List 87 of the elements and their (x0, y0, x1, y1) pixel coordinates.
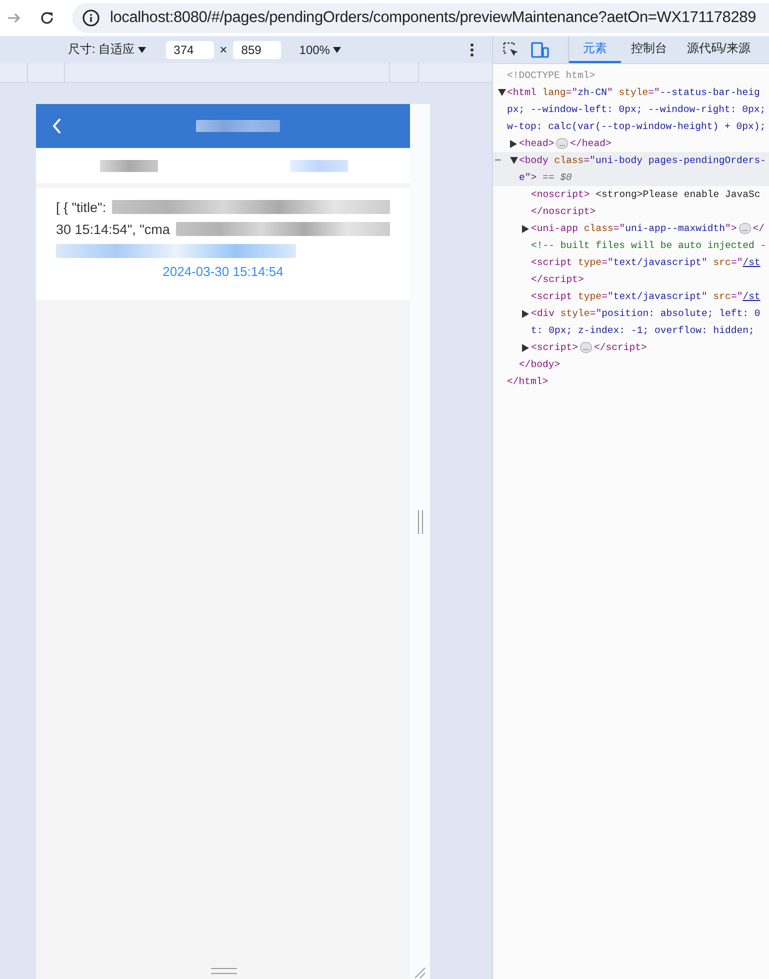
attribute-value: w-top: calc(var(--top-window-height) + 0px); (507, 121, 766, 132)
tag-text: =" (590, 308, 602, 319)
expand-arrow-icon[interactable] (522, 310, 529, 318)
corner-resize-icon[interactable] (414, 967, 426, 979)
address-bar[interactable]: localhost:8080/#/pages/pendingOrders/components/previewMaintenance?aetOn=WX171178289 (72, 3, 769, 33)
attribute-name: src (712, 257, 731, 268)
width-field[interactable]: 374 (166, 40, 214, 58)
dimensions-dropdown[interactable]: 尺寸: 自适应 (68, 41, 146, 58)
devtools-tab[interactable]: 控制台 (621, 36, 677, 63)
node-menu[interactable]: ⋯ (495, 152, 501, 169)
tag-text: <script (531, 257, 572, 268)
tag-text: <script> (531, 342, 578, 353)
attribute-value: position: absolute; left: 0 (602, 308, 760, 319)
tag-text: "> (524, 172, 537, 183)
json-text: [ { "title": (56, 200, 106, 214)
tag-text: </script> (594, 342, 647, 353)
times-sign: × (220, 42, 228, 57)
tag-text: =" (602, 291, 614, 302)
source-link[interactable]: /st (742, 257, 760, 268)
tag-text: </html> (507, 376, 548, 387)
expand-arrow-icon[interactable] (510, 157, 518, 164)
attribute-name: style (559, 308, 590, 319)
height-field[interactable]: 859 (233, 40, 282, 58)
attribute-name: class (553, 155, 584, 166)
tag-text: <noscript> (531, 189, 590, 200)
device-toggle-icon[interactable] (530, 40, 550, 58)
zoom-dropdown[interactable]: 100% (299, 42, 341, 56)
text-content: <strong>Please enable JavaSc (594, 189, 760, 200)
attribute-name: style (618, 87, 648, 98)
attribute-value: zh-CN (578, 87, 607, 98)
url-text: localhost:8080/#/pages/pendingOrders/components/previewMaintenance?aetOn=WX171178289 (110, 9, 756, 27)
attribute-value: text/javascript (613, 291, 702, 302)
tag-text: =" (566, 87, 578, 98)
attribute-value: e (519, 172, 525, 183)
tag-text: " (702, 257, 708, 268)
source-link[interactable]: /st (742, 291, 760, 302)
expand-arrow-icon[interactable] (522, 344, 529, 352)
tag-text: <div (531, 308, 555, 319)
attribute-value: --status-bar-heig (660, 87, 760, 98)
expand-arrow-icon[interactable] (498, 89, 506, 96)
ellipsis-badge[interactable]: … (556, 138, 568, 149)
tag-text: </script> (531, 274, 584, 285)
tag-text: " (702, 291, 708, 302)
devtools-tab[interactable]: 源代码/来源 (677, 36, 760, 63)
ellipsis-badge[interactable]: … (738, 223, 751, 234)
devtools-tab[interactable]: 元素 (569, 36, 621, 63)
tag-text: <head> (519, 138, 554, 149)
tag-text: <body (519, 155, 548, 166)
attribute-name: src (712, 291, 731, 302)
json-text: 30 15:14:54", "cma (56, 222, 170, 236)
node-reference: == $0 (542, 172, 572, 183)
attribute-value: uni-app--maxwidth (625, 223, 726, 234)
info-icon[interactable] (82, 9, 100, 27)
tag-text: =" (730, 257, 743, 268)
tag-text: =" (648, 87, 660, 98)
tag-text: =" (613, 223, 626, 234)
ellipsis-badge[interactable]: … (580, 342, 592, 353)
attribute-value: uni-body pages-pendingOrders- (595, 155, 766, 166)
doctype-text: <!DOCTYPE html> (507, 70, 596, 81)
date-text: 2024-03-30 15:14:54 (162, 264, 284, 279)
back-icon[interactable] (52, 118, 62, 134)
tag-text: =" (584, 155, 596, 166)
attribute-value: text/javascript (613, 257, 702, 268)
tag-text: " (606, 87, 613, 98)
resize-handle[interactable] (211, 968, 237, 974)
more-options-icon[interactable] (470, 42, 474, 56)
tag-text: </head> (570, 138, 612, 149)
tag-text: <uni-app (531, 223, 578, 234)
tag-text: <html (507, 87, 536, 98)
attribute-value: px; --window-left: 0px; --window-right: 0px; (507, 104, 766, 115)
attribute-value: t: 0px; z-index: -1; overflow: hidden; (531, 325, 754, 336)
tag-text: =" (730, 291, 743, 302)
attribute-name: lang (541, 87, 566, 98)
attribute-name: class (582, 223, 614, 234)
expand-arrow-icon[interactable] (522, 225, 529, 233)
tag-text: </ (752, 223, 764, 234)
comment-text: <!-- built files will be auto injected - (531, 240, 766, 251)
tag-text: <script (531, 291, 572, 302)
tag-text: "> (725, 223, 737, 234)
tag-text: </body> (519, 359, 560, 370)
tag-text: </noscript> (531, 206, 596, 217)
resize-handle[interactable] (418, 510, 422, 534)
attribute-name: type (577, 291, 602, 302)
reload-icon[interactable] (39, 10, 55, 26)
attribute-name: type (577, 257, 602, 268)
inspect-icon[interactable] (502, 40, 520, 58)
tag-text: =" (602, 257, 614, 268)
